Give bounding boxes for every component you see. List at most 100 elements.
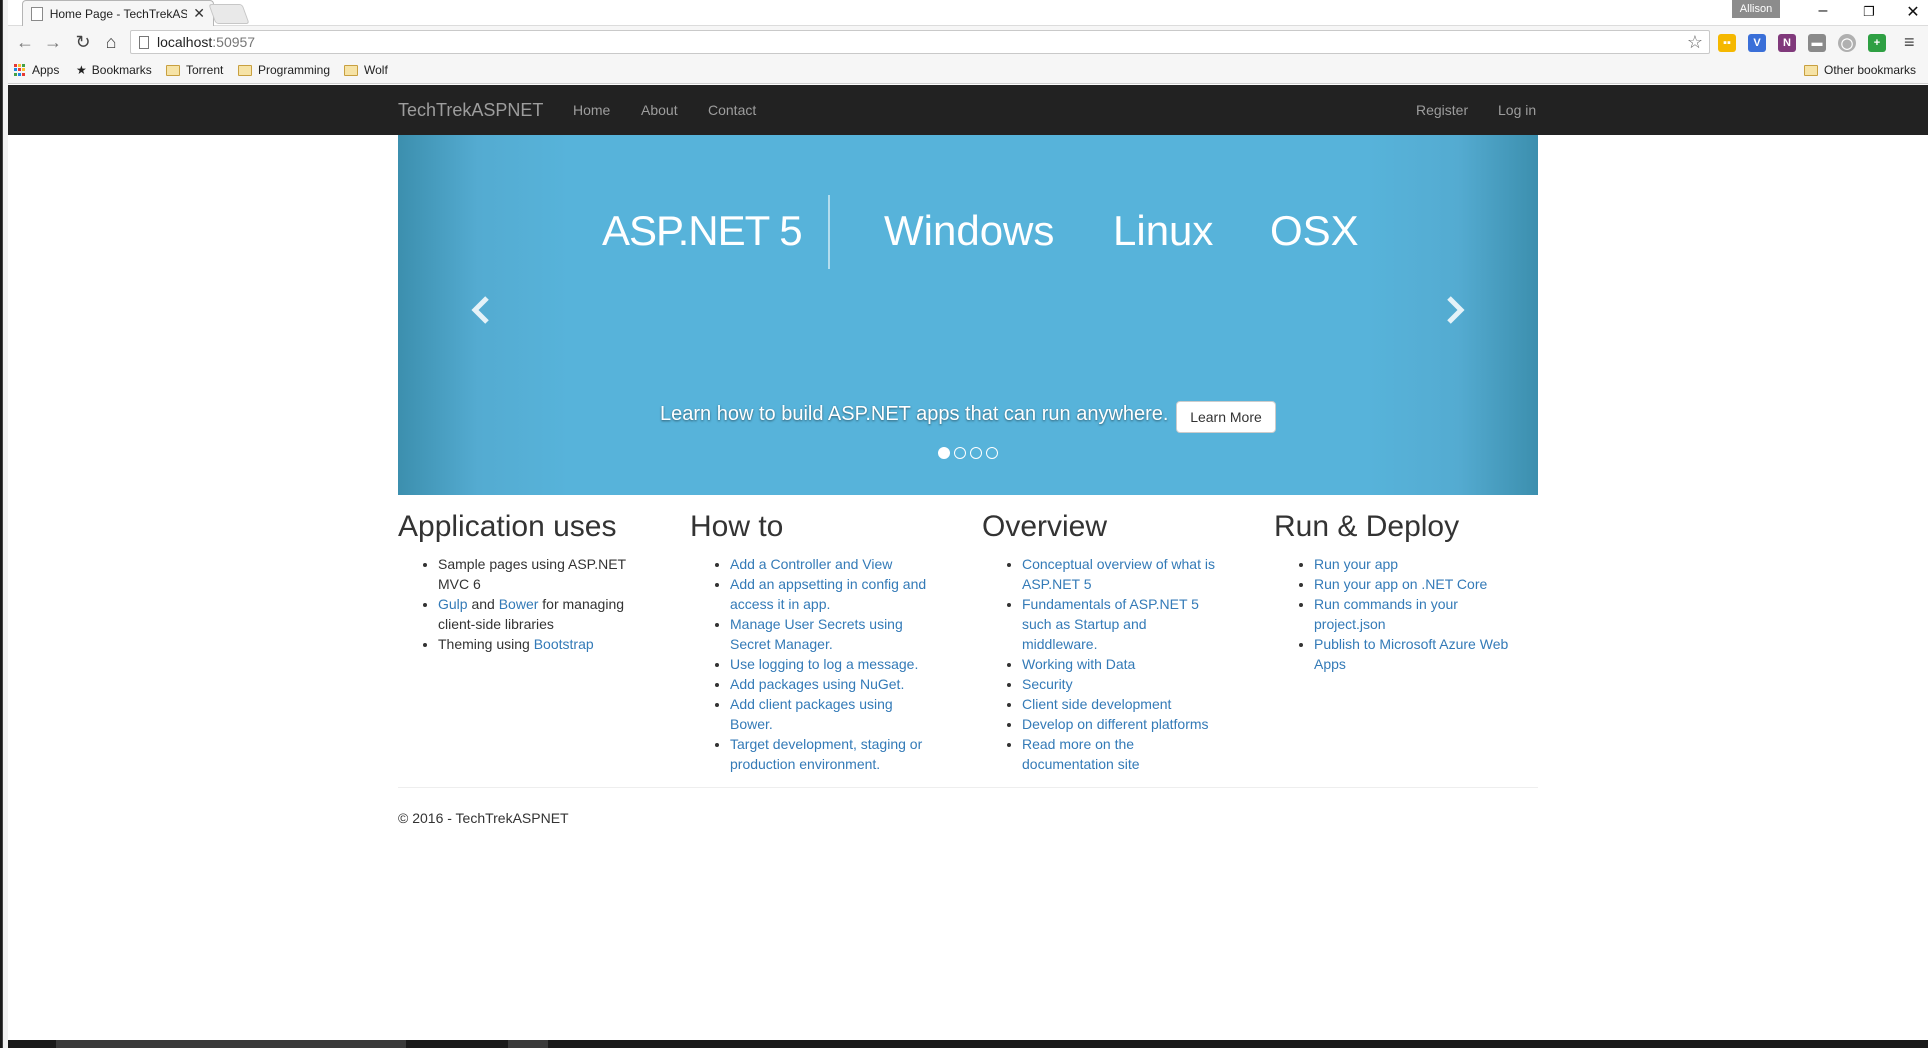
howto-link[interactable]: Add a Controller and View [730, 556, 892, 572]
page-favicon-icon [31, 6, 43, 21]
hero-platform-linux: Linux [1113, 207, 1214, 254]
list-item: Client side development [1022, 694, 1222, 714]
extension-circle-icon[interactable]: ◯ [1838, 34, 1856, 52]
extension-gray-icon[interactable]: ▬ [1808, 34, 1826, 52]
extension-yellow-icon[interactable]: ▪▪ [1718, 34, 1736, 52]
carousel-indicator[interactable] [970, 447, 982, 459]
site-navbar: TechTrekASPNET Home About Contact Regist… [8, 85, 1928, 135]
carousel-indicator[interactable] [986, 447, 998, 459]
home-icon[interactable]: ⌂ [100, 32, 122, 53]
minimize-button[interactable]: – [1808, 2, 1838, 20]
carousel-next-icon[interactable] [1444, 295, 1466, 334]
gulp-link[interactable]: Gulp [438, 596, 468, 612]
overview-link[interactable]: Read more on the documentation site [1022, 736, 1140, 772]
url-text[interactable]: localhost:50957 [157, 34, 255, 50]
overview-link[interactable]: Security [1022, 676, 1073, 692]
howto-link[interactable]: Target development, staging or productio… [730, 736, 922, 772]
bower-link[interactable]: Bower [499, 596, 539, 612]
howto-link[interactable]: Add client packages using Bower. [730, 696, 893, 732]
hero-divider [828, 195, 830, 269]
nav-about[interactable]: About [641, 102, 678, 118]
tab-strip: Home Page - TechTrekASP ✕ Allison – ❐ ✕ [8, 0, 1928, 26]
overview-link[interactable]: Client side development [1022, 696, 1171, 712]
bookmark-other-folder[interactable]: Other bookmarks [1804, 63, 1916, 77]
bookmark-label: Wolf [364, 63, 388, 77]
new-tab-button[interactable] [208, 4, 250, 24]
onenote-icon[interactable]: N [1778, 34, 1796, 52]
extension-green-icon[interactable]: + [1868, 34, 1886, 52]
deploy-link[interactable]: Run your app [1314, 556, 1398, 572]
bookmark-star-icon[interactable]: ☆ [1687, 32, 1703, 53]
profile-badge[interactable]: Allison [1732, 0, 1780, 18]
site-footer: © 2016 - TechTrekASPNET [398, 810, 569, 826]
column-overview: Overview Conceptual overview of what is … [982, 510, 1222, 774]
howto-link[interactable]: Add packages using NuGet. [730, 676, 904, 692]
howto-link[interactable]: Use logging to log a message. [730, 656, 918, 672]
deploy-link[interactable]: Run commands in your project.json [1314, 596, 1458, 632]
list-item: Develop on different platforms [1022, 714, 1222, 734]
back-icon[interactable]: ← [14, 32, 36, 53]
list-item: Conceptual overview of what is ASP.NET 5 [1022, 554, 1222, 594]
deploy-link[interactable]: Run your app on .NET Core [1314, 576, 1487, 592]
column-title: Overview [982, 510, 1108, 543]
column-how-to: How to Add a Controller and View Add an … [690, 510, 930, 774]
restore-button[interactable]: ❐ [1854, 4, 1884, 20]
howto-link[interactable]: Manage User Secrets using Secret Manager… [730, 616, 903, 652]
reload-icon[interactable]: ↻ [72, 32, 94, 53]
bootstrap-link[interactable]: Bootstrap [534, 636, 594, 652]
address-bar[interactable]: localhost:50957 ☆ [130, 30, 1710, 54]
tab-close-icon[interactable]: ✕ [193, 5, 205, 22]
overview-link[interactable]: Conceptual overview of what is ASP.NET 5 [1022, 556, 1215, 592]
browser-menu-icon[interactable]: ≡ [1904, 32, 1915, 53]
deploy-link[interactable]: Publish to Microsoft Azure Web Apps [1314, 636, 1508, 672]
list-item: Working with Data [1022, 654, 1222, 674]
carousel-indicator[interactable] [938, 447, 950, 459]
hero-carousel: ASP.NET 5 Windows Linux OSX Learn how to… [398, 135, 1538, 495]
bookmark-programming-folder[interactable]: Programming [238, 63, 330, 77]
taskbar [8, 1040, 1928, 1048]
window-left-edge [0, 0, 8, 1048]
overview-link[interactable]: Working with Data [1022, 656, 1135, 672]
footer-divider [398, 787, 1538, 788]
learn-more-button[interactable]: Learn More [1176, 401, 1276, 433]
overview-link[interactable]: Develop on different platforms [1022, 716, 1209, 732]
star-icon: ★ [76, 63, 87, 77]
bookmark-apps[interactable]: Apps [14, 63, 59, 77]
nav-home[interactable]: Home [573, 102, 610, 118]
hero-platform-windows: Windows [884, 207, 1055, 254]
list-item: Sample pages using ASP.NET MVC 6 [438, 554, 638, 594]
column-title: Run & Deploy [1274, 510, 1460, 543]
carousel-indicator[interactable] [954, 447, 966, 459]
forward-icon[interactable]: → [42, 32, 64, 53]
bookmark-bookmarks[interactable]: ★ Bookmarks [76, 63, 152, 77]
column-title: How to [690, 510, 784, 543]
overview-link[interactable]: Fundamentals of ASP.NET 5 such as Startu… [1022, 596, 1199, 652]
apps-grid-icon [14, 64, 26, 76]
howto-link[interactable]: Add an appsetting in config and access i… [730, 576, 926, 612]
list-item: Run your app [1314, 554, 1514, 574]
list-item: Run your app on .NET Core [1314, 574, 1514, 594]
bookmark-label: Apps [32, 63, 60, 77]
bookmark-torrent-folder[interactable]: Torrent [166, 63, 223, 77]
extension-blue-icon[interactable]: V [1748, 34, 1766, 52]
bookmark-label: Programming [258, 63, 331, 77]
bookmark-label: Bookmarks [91, 63, 152, 77]
browser-tab[interactable]: Home Page - TechTrekASP ✕ [22, 0, 214, 26]
page-icon [139, 35, 149, 49]
column-title: Application uses [398, 510, 617, 543]
list-item: Add a Controller and View [730, 554, 930, 574]
bookmark-label: Torrent [186, 63, 224, 77]
nav-login[interactable]: Log in [1498, 102, 1536, 118]
list-item: Manage User Secrets using Secret Manager… [730, 614, 930, 654]
list-item: Add packages using NuGet. [730, 674, 930, 694]
bookmark-label: Other bookmarks [1824, 63, 1917, 77]
site-brand[interactable]: TechTrekASPNET [398, 100, 543, 121]
close-window-button[interactable]: ✕ [1898, 2, 1928, 22]
list-item: Target development, staging or productio… [730, 734, 930, 774]
carousel-prev-icon[interactable] [470, 295, 492, 334]
nav-register[interactable]: Register [1416, 102, 1468, 118]
list: Sample pages using ASP.NET MVC 6 Gulp an… [398, 554, 638, 654]
bookmark-wolf-folder[interactable]: Wolf [344, 63, 388, 77]
nav-contact[interactable]: Contact [708, 102, 756, 118]
list-item: Fundamentals of ASP.NET 5 such as Startu… [1022, 594, 1222, 654]
